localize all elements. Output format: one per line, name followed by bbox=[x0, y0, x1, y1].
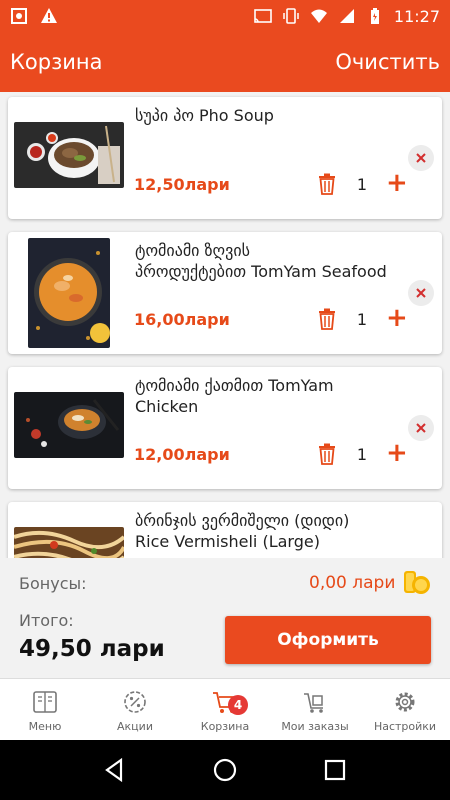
bonus-label: Бонусы: bbox=[19, 574, 87, 593]
order-summary: Бонусы: 0,00 лари Итого: 49,50 лари Офор… bbox=[0, 558, 450, 678]
tab-label: Меню bbox=[28, 720, 62, 733]
total-value: 49,50 лари bbox=[19, 636, 165, 662]
remove-item-button[interactable] bbox=[408, 280, 434, 306]
close-icon bbox=[416, 423, 426, 433]
settings-icon bbox=[395, 692, 415, 712]
orders-icon bbox=[304, 693, 323, 713]
vibrate-icon bbox=[283, 8, 299, 24]
home-icon[interactable] bbox=[211, 756, 239, 784]
item-price: 12,50лари bbox=[134, 175, 230, 194]
rice-vermisheli-photo bbox=[14, 527, 124, 558]
tomyam-chicken-photo bbox=[14, 392, 124, 458]
wifi-icon bbox=[310, 9, 327, 23]
system-nav-bar bbox=[0, 740, 450, 800]
tab-settings[interactable]: Настройки bbox=[360, 679, 450, 740]
remove-item-button[interactable] bbox=[408, 415, 434, 441]
recents-icon[interactable] bbox=[321, 756, 349, 784]
back-icon[interactable] bbox=[101, 756, 129, 784]
bonus-value: 0,00 лари bbox=[309, 573, 396, 593]
bottom-tab-bar: Меню Акции 4 Корзина Мои заказы Настройк… bbox=[0, 678, 450, 740]
cart-item: სუპი პო Pho Soup 12,50лари 1 + bbox=[8, 97, 442, 219]
tab-cart[interactable]: 4 Корзина bbox=[180, 679, 270, 740]
tomyam-seafood-photo bbox=[28, 238, 110, 348]
tab-label: Корзина bbox=[200, 720, 250, 733]
menu-book-icon bbox=[33, 691, 57, 713]
discount-icon bbox=[124, 691, 146, 713]
page-title: Корзина bbox=[10, 50, 103, 74]
tab-label: Акции bbox=[117, 720, 153, 733]
clock: 11:27 bbox=[393, 6, 440, 26]
trash-icon[interactable] bbox=[317, 173, 337, 195]
item-quantity: 1 bbox=[356, 175, 368, 194]
battery-icon bbox=[370, 8, 379, 24]
tab-label: Мои заказы bbox=[281, 720, 349, 733]
total-label: Итого: bbox=[19, 611, 74, 630]
cast-icon bbox=[254, 9, 272, 23]
status-bar: 11:27 bbox=[0, 0, 450, 32]
close-icon bbox=[416, 153, 426, 163]
cart-item: ტომიამი ზღვის პროდუქტებით TomYam Seafood… bbox=[8, 232, 442, 354]
app-bar: Корзина Очистить bbox=[0, 32, 450, 92]
item-name: ტომიამი ქათმით TomYam Chicken bbox=[135, 376, 334, 416]
checkout-button[interactable]: Оформить bbox=[225, 616, 431, 664]
item-quantity: 1 bbox=[356, 445, 368, 464]
item-name: ტომიამი ზღვის პროდუქტებით TomYam Seafood bbox=[135, 241, 387, 281]
item-price: 16,00лари bbox=[134, 310, 230, 329]
increase-quantity-button[interactable]: + bbox=[386, 305, 408, 331]
pho-soup-photo bbox=[14, 122, 124, 188]
remove-item-button[interactable] bbox=[408, 145, 434, 171]
cart-item: ტომიამი ქათმით TomYam Chicken 12,00лари … bbox=[8, 367, 442, 489]
cart-count-badge: 4 bbox=[228, 695, 248, 715]
trash-icon[interactable] bbox=[317, 443, 337, 465]
tab-menu[interactable]: Меню bbox=[0, 679, 90, 740]
tab-label: Настройки bbox=[373, 720, 437, 733]
coins-icon bbox=[404, 571, 430, 594]
tab-promotions[interactable]: Акции bbox=[90, 679, 180, 740]
clear-cart-button[interactable]: Очистить bbox=[335, 50, 440, 74]
screenshot-icon bbox=[11, 8, 27, 24]
item-price: 12,00лари bbox=[134, 445, 230, 464]
signal-icon bbox=[339, 9, 354, 23]
cart-item: ბრინჯის ვერმიშელი (დიდი) Rice Vermisheli… bbox=[8, 502, 442, 558]
trash-icon[interactable] bbox=[317, 308, 337, 330]
increase-quantity-button[interactable]: + bbox=[386, 440, 408, 466]
tab-my-orders[interactable]: Мои заказы bbox=[270, 679, 360, 740]
item-quantity: 1 bbox=[356, 310, 368, 329]
increase-quantity-button[interactable]: + bbox=[386, 170, 408, 196]
close-icon bbox=[416, 288, 426, 298]
item-name: სუპი პო Pho Soup bbox=[135, 106, 274, 125]
cart-list[interactable]: სუპი პო Pho Soup 12,50лари 1 + ტომიამი ზ… bbox=[0, 92, 450, 558]
warning-icon bbox=[41, 8, 57, 23]
item-name: ბრინჯის ვერმიშელი (დიდი) Rice Vermisheli… bbox=[135, 511, 350, 551]
